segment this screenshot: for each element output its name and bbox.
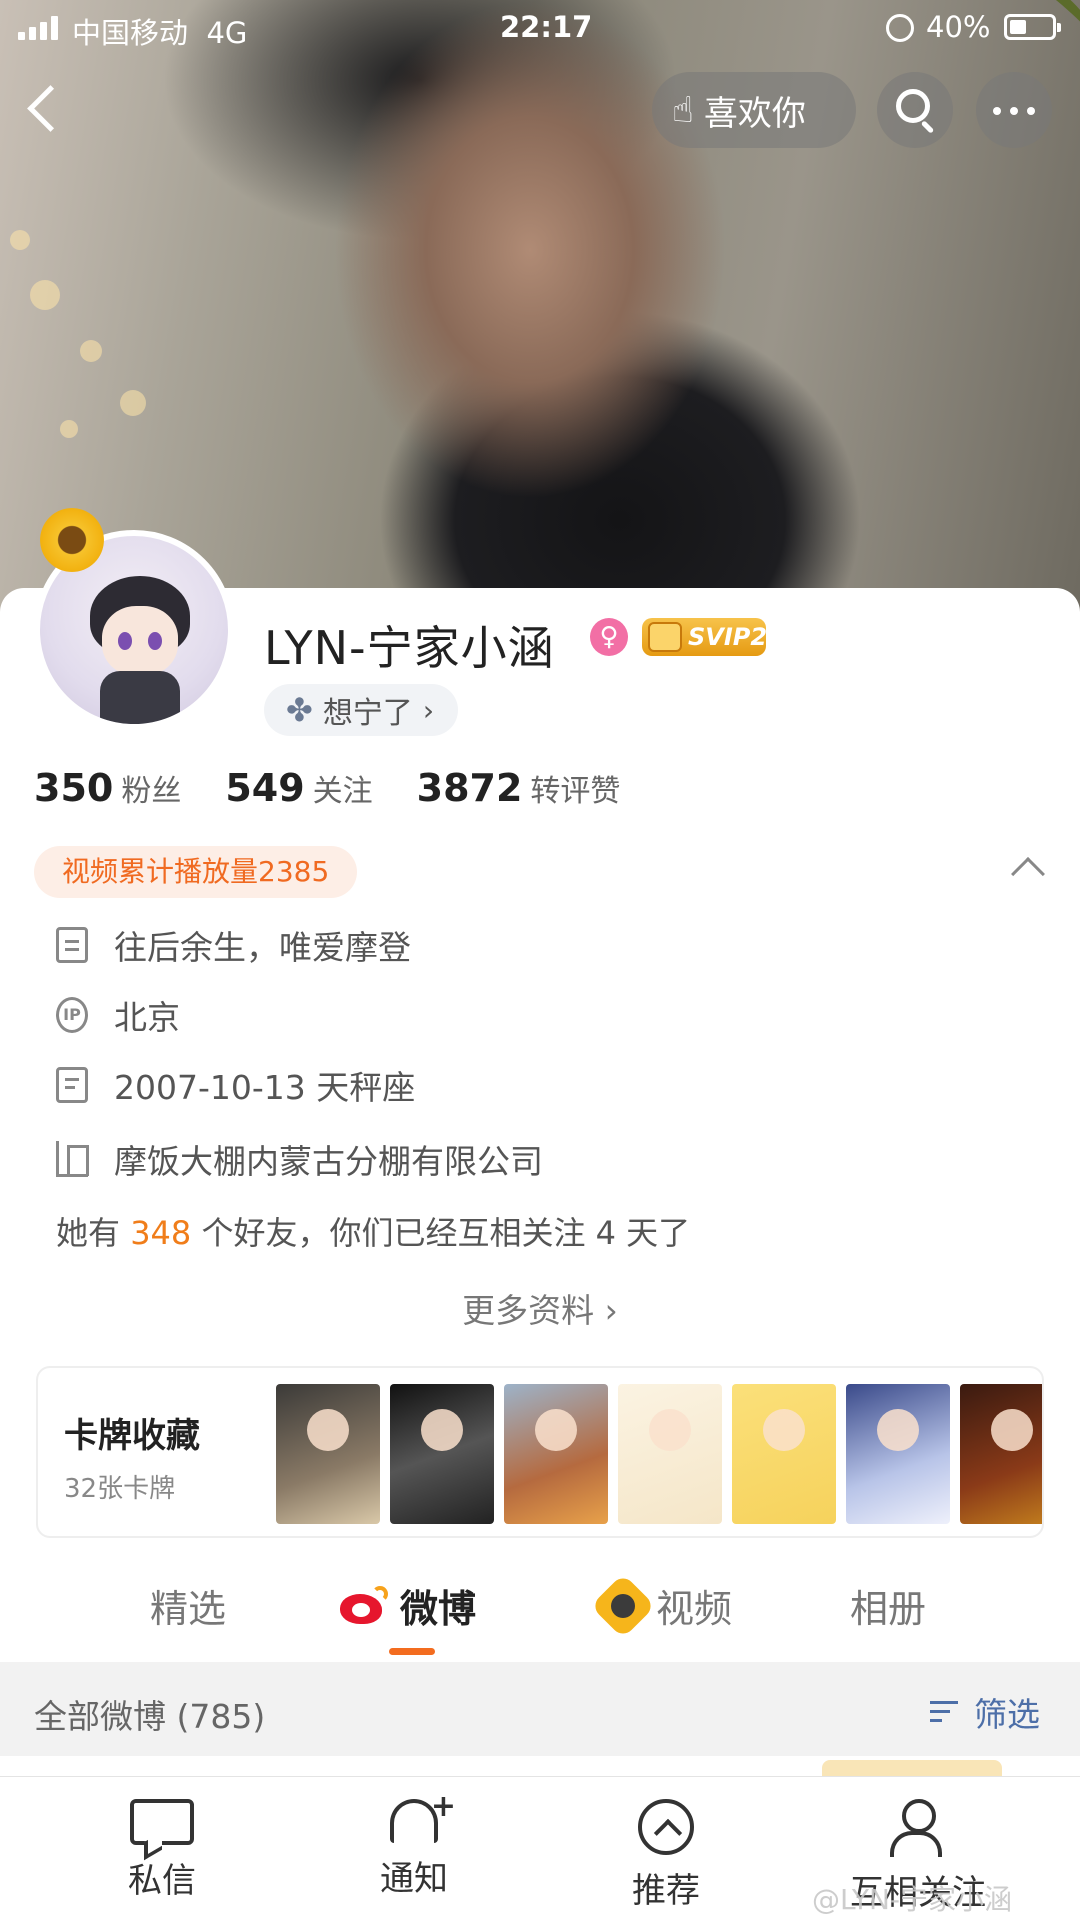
profile-tabs: 精选 微博 视频 相册 — [0, 1562, 1080, 1662]
clock: 22:17 — [500, 10, 593, 44]
building-icon — [56, 1141, 89, 1177]
signal-icon — [18, 16, 58, 40]
tab-video[interactable]: 视频 — [590, 1572, 732, 1639]
search-button[interactable] — [877, 72, 953, 148]
sunflower-icon — [40, 508, 104, 572]
tab-album[interactable]: 相册 — [850, 1578, 926, 1633]
card-collection-title: 卡牌收藏 — [64, 1416, 200, 1456]
recommend-button[interactable]: 推荐 — [586, 1799, 746, 1912]
info-company: 摩饭大棚内蒙古分棚有限公司 — [56, 1134, 543, 1184]
profile-stats: 350 粉丝 549 关注 3872 转评赞 — [34, 766, 620, 810]
card-thumbnail[interactable] — [504, 1384, 608, 1524]
active-tab-indicator — [389, 1648, 435, 1655]
rotation-lock-icon — [886, 14, 914, 42]
message-icon — [130, 1799, 194, 1845]
document-icon — [56, 927, 88, 963]
mutual-friends-text: 她有 348 个好友，你们已经互相关注 4 天了 — [56, 1214, 691, 1252]
info-birthday: 2007-10-13 天秤座 — [56, 1060, 415, 1110]
more-button[interactable] — [976, 72, 1052, 148]
card-thumbnail[interactable] — [276, 1384, 380, 1524]
battery-icon — [1004, 14, 1061, 40]
hand-icon: ☝ — [672, 89, 694, 131]
info-ip-location: IP 北京 — [56, 990, 180, 1040]
crown-icon — [648, 622, 682, 652]
chevron-right-icon: › — [604, 1291, 618, 1330]
all-posts-count[interactable]: 全部微博 (785) — [34, 1690, 265, 1738]
bell-plus-icon — [390, 1789, 456, 1843]
filter-button[interactable]: 筛选 — [930, 1688, 1040, 1736]
video-icon — [590, 1572, 656, 1639]
more-info-link[interactable]: 更多资料 › — [0, 1284, 1080, 1332]
stat-followers[interactable]: 350 粉丝 — [34, 766, 181, 810]
stat-interactions[interactable]: 3872 转评赞 — [417, 766, 621, 810]
tab-featured[interactable]: 精选 — [150, 1578, 226, 1633]
calendar-icon — [56, 1067, 88, 1103]
watermark: @LYN-宁家小涵 — [812, 1883, 1013, 1916]
ip-icon: IP — [56, 997, 88, 1033]
female-icon: ♀ — [590, 618, 628, 656]
info-bio: 往后余生，唯爱摩登 — [56, 920, 411, 970]
card-thumbnail[interactable] — [732, 1384, 836, 1524]
battery-percent: 40% — [926, 10, 991, 44]
filter-icon — [930, 1697, 966, 1727]
more-dots-icon — [993, 107, 1035, 115]
message-button[interactable]: 私信 — [82, 1799, 242, 1902]
mood-status-button[interactable]: ✤ 想宁了 › — [264, 684, 459, 736]
card-collection-count: 32张卡牌 — [64, 1474, 176, 1504]
like-you-button[interactable]: ☝ 喜欢你 — [652, 72, 856, 148]
back-button[interactable] — [22, 84, 72, 134]
chevron-right-icon: › — [422, 693, 435, 727]
notify-button[interactable]: 通知 — [334, 1789, 494, 1900]
stat-following[interactable]: 549 关注 — [225, 766, 372, 810]
card-thumbnail[interactable] — [390, 1384, 494, 1524]
clover-icon: ✤ — [286, 691, 313, 729]
weibo-icon — [340, 1585, 390, 1626]
card-thumbnail[interactable] — [618, 1384, 722, 1524]
card-thumbnail[interactable] — [960, 1384, 1042, 1524]
user-follow-icon — [890, 1799, 946, 1857]
friends-count[interactable]: 348 — [130, 1214, 191, 1252]
card-thumbnail[interactable] — [846, 1384, 950, 1524]
tab-weibo[interactable]: 微博 — [340, 1578, 476, 1633]
filter-bar: 全部微博 (785) 筛选 — [0, 1662, 1080, 1756]
svip-badge[interactable]: SVIP2 — [642, 618, 767, 656]
status-bar: 中国移动 4G 22:17 40% — [0, 0, 1080, 56]
video-plays-badge[interactable]: 视频累计播放量2385 — [34, 846, 358, 898]
carrier-label: 中国移动 4G — [72, 16, 248, 50]
search-icon — [896, 89, 930, 123]
recommend-icon — [638, 1799, 694, 1855]
profile-name: LYN-宁家小涵 — [264, 621, 555, 675]
card-collection[interactable]: 卡牌收藏 32张卡牌 — [36, 1366, 1044, 1538]
